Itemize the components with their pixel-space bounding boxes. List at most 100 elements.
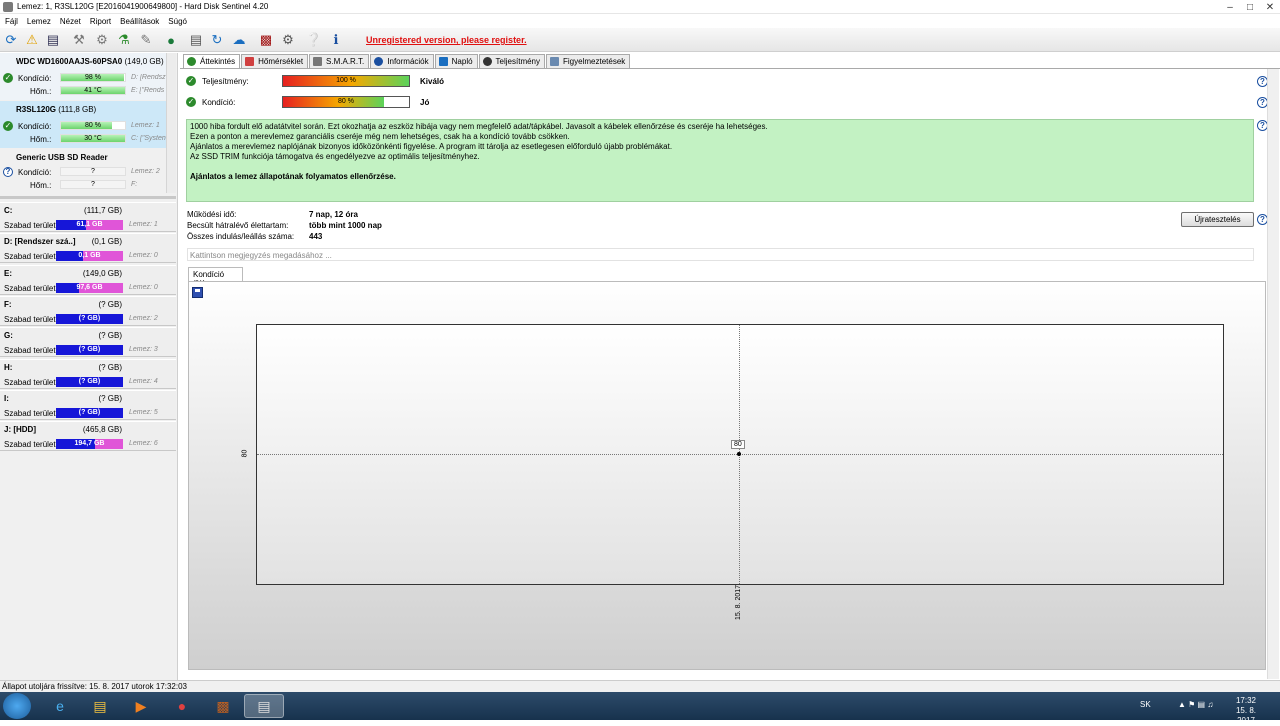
test-icon[interactable]: ⚙ [93,31,111,49]
partition-item[interactable]: D: [Rendszer szá..] (0,1 GB) Szabad terüle… [0,233,176,264]
partition-item[interactable]: E: (149,0 GB) Szabad terület 97,6 GB Lemez: … [0,264,176,295]
retest-button[interactable]: Újratesztelés [1181,212,1254,227]
chart-area: 80 80 15. 8. 2017 [188,281,1266,670]
globe-icon[interactable]: ● [162,31,180,49]
ok-icon: ✓ [186,97,196,107]
status-message-box: 1000 hiba fordult elő adatátvitel során.… [186,119,1254,202]
partition-item[interactable]: I: (? GB) Szabad terület (? GB) Lemez: 5 [0,389,176,420]
tab-smart[interactable]: S.M.A.R.T. [309,54,370,68]
disk-info-icon[interactable]: ▤ [44,31,62,49]
disk-item-selected[interactable]: R3SL120G (111,8 GB) ✓ Kondíció: 80 % Lem… [0,101,166,148]
condition-bar: 98 % [60,73,126,82]
chrome-icon[interactable]: ● [162,694,202,718]
report-icon[interactable]: ▤ [187,31,205,49]
free-space-bar: 194,7 GB [56,439,123,450]
tray-icons[interactable]: ▲ ⚑ ▤ ♫ [1178,700,1213,709]
partition-item[interactable]: J: [HDD] (465,8 GB) Szabad terület 194,7 GB… [0,421,176,452]
menu-help[interactable]: Súgó [168,17,187,26]
plot-area: 80 [256,324,1224,585]
temp-label: Hőm.: [30,87,52,96]
free-space-label: Szabad terület [4,408,56,418]
media-player-icon[interactable]: ▶ [121,694,161,718]
warning-icon[interactable]: ⚠ [23,31,41,49]
disk-item[interactable]: Generic USB SD Reader ? Kondíció: ? Leme… [0,149,166,196]
partition-disk: Lemez: 1 [129,221,158,228]
help-icon[interactable]: ❔ [305,31,323,49]
condition-label: Kondíció: [18,168,52,177]
message-line: Az SSD TRIM funkciója támogatva és enged… [190,152,480,161]
main-scrollbar[interactable] [1267,69,1279,679]
sync-icon[interactable]: ↻ [208,31,226,49]
partition-item[interactable]: F: (? GB) Szabad terület (? GB) Lemez: 2 [0,295,176,326]
about-icon[interactable]: ℹ [327,31,345,49]
partition-item[interactable]: H: (? GB) Szabad terület (? GB) Lemez: 4 [0,358,176,389]
ie-icon[interactable]: e [40,694,80,718]
disk-name: R3SL120G (111,8 GB) [16,105,97,114]
minimize-button[interactable]: – [1220,0,1240,14]
maximize-button[interactable]: □ [1240,0,1260,14]
data-point [737,452,741,456]
partition-size: (0,1 GB) [91,237,122,247]
surface-test-icon[interactable]: ✎ [137,31,155,49]
y-tick-label: 80 [241,449,249,458]
alert-config-icon[interactable]: ▩ [257,31,275,49]
clock[interactable]: 17:32 15. 8. 2017 [1226,696,1266,726]
explorer-icon[interactable]: ▤ [80,694,120,718]
tool-icon[interactable]: ⚒ [70,31,88,49]
disk-partitions: C: ["Systen [131,135,166,142]
condition-label: Kondíció: [18,122,52,131]
partition-size: (? GB) [98,331,122,341]
menu-settings[interactable]: Beállítások [120,17,159,26]
free-space-label: Szabad terület [4,283,56,293]
network-icon[interactable]: ☁ [230,31,248,49]
disk-item[interactable]: WDC WD1600AAJS-60PSA0 (149,0 GB) ✓ Kondí… [0,53,166,100]
message-line: Ezen a ponton a merevlemez garanciális c… [190,132,570,141]
splitter[interactable] [0,196,176,199]
taskbar: e ▤ ▶ ● ▩ ▤ SK ▲ ⚑ ▤ ♫ 17:32 15. 8. 2017 [0,692,1280,725]
save-icon[interactable] [192,287,203,298]
performance-label: Teljesítmény: [202,77,249,86]
free-space-bar: (? GB) [56,407,123,418]
start-button[interactable] [3,693,31,719]
settings-icon[interactable]: ⚙ [279,31,297,49]
tab-temperature[interactable]: Hőmérséklet [241,54,309,68]
free-space-bar: 61,1 GB [56,220,123,230]
disk-partitions: D: [Rendsz [131,74,166,81]
partition-size: (? GB) [98,299,122,309]
disk-list-scrollbar[interactable] [166,53,176,193]
partition-size: (? GB) [98,393,122,403]
menu-file[interactable]: Fájl [5,17,18,26]
partition-name: E: [4,268,12,278]
tab-overview[interactable]: Áttekintés [183,54,241,68]
free-space-label: Szabad terület [4,252,56,262]
partition-disk: Lemez: 5 [129,408,158,416]
close-button[interactable]: ✕ [1260,0,1280,14]
tab-performance[interactable]: Teljesítmény [478,54,546,68]
hdsentinel-taskbar-icon[interactable]: ▤ [244,694,284,718]
window-controls: – □ ✕ [1220,0,1280,14]
data-label: 80 [731,440,745,449]
language-indicator[interactable]: SK [1140,700,1151,709]
partition-item[interactable]: G: (? GB) Szabad terület (? GB) Lemez: 3 [0,327,176,358]
lifetime-row: Becsült hátralévő élettartam: több mint 1… [187,221,382,230]
refresh-icon[interactable]: ⟳ [2,31,20,49]
partition-item[interactable]: C: (111,7 GB) Szabad terület 61,1 GB Lemez: … [0,202,176,232]
tab-log[interactable]: Napló [434,54,478,68]
unregistered-link[interactable]: Unregistered version, please register. [366,35,527,45]
title-bar: Lemez: 1, R3SL120G [E2016041900649800] -… [0,0,1280,14]
menu-view[interactable]: Nézet [60,17,81,26]
menu-report[interactable]: Riport [90,17,111,26]
partition-disk: Lemez: 0 [129,252,158,260]
tab-alerts[interactable]: Figyelmeztetések [546,54,631,68]
window-title: Lemez: 1, R3SL120G [E2016041900649800] -… [17,2,269,11]
message-recommendation: Ajánlatos a lemez állapotának folyamatos… [190,172,396,181]
menu-disk[interactable]: Lemez [27,17,51,26]
partition-name: J: [HDD] [4,425,36,435]
tab-information[interactable]: Információk [370,54,434,68]
partition-size: (465,8 GB) [82,425,122,435]
note-input[interactable]: Kattintson megjegyzés megadásához ... [187,248,1254,261]
unknown-icon: ? [3,167,13,177]
winrar-icon[interactable]: ▩ [203,694,243,718]
check-icon[interactable]: ⚗ [115,31,133,49]
chart-tab-condition[interactable]: Kondíció (%) [188,267,243,288]
